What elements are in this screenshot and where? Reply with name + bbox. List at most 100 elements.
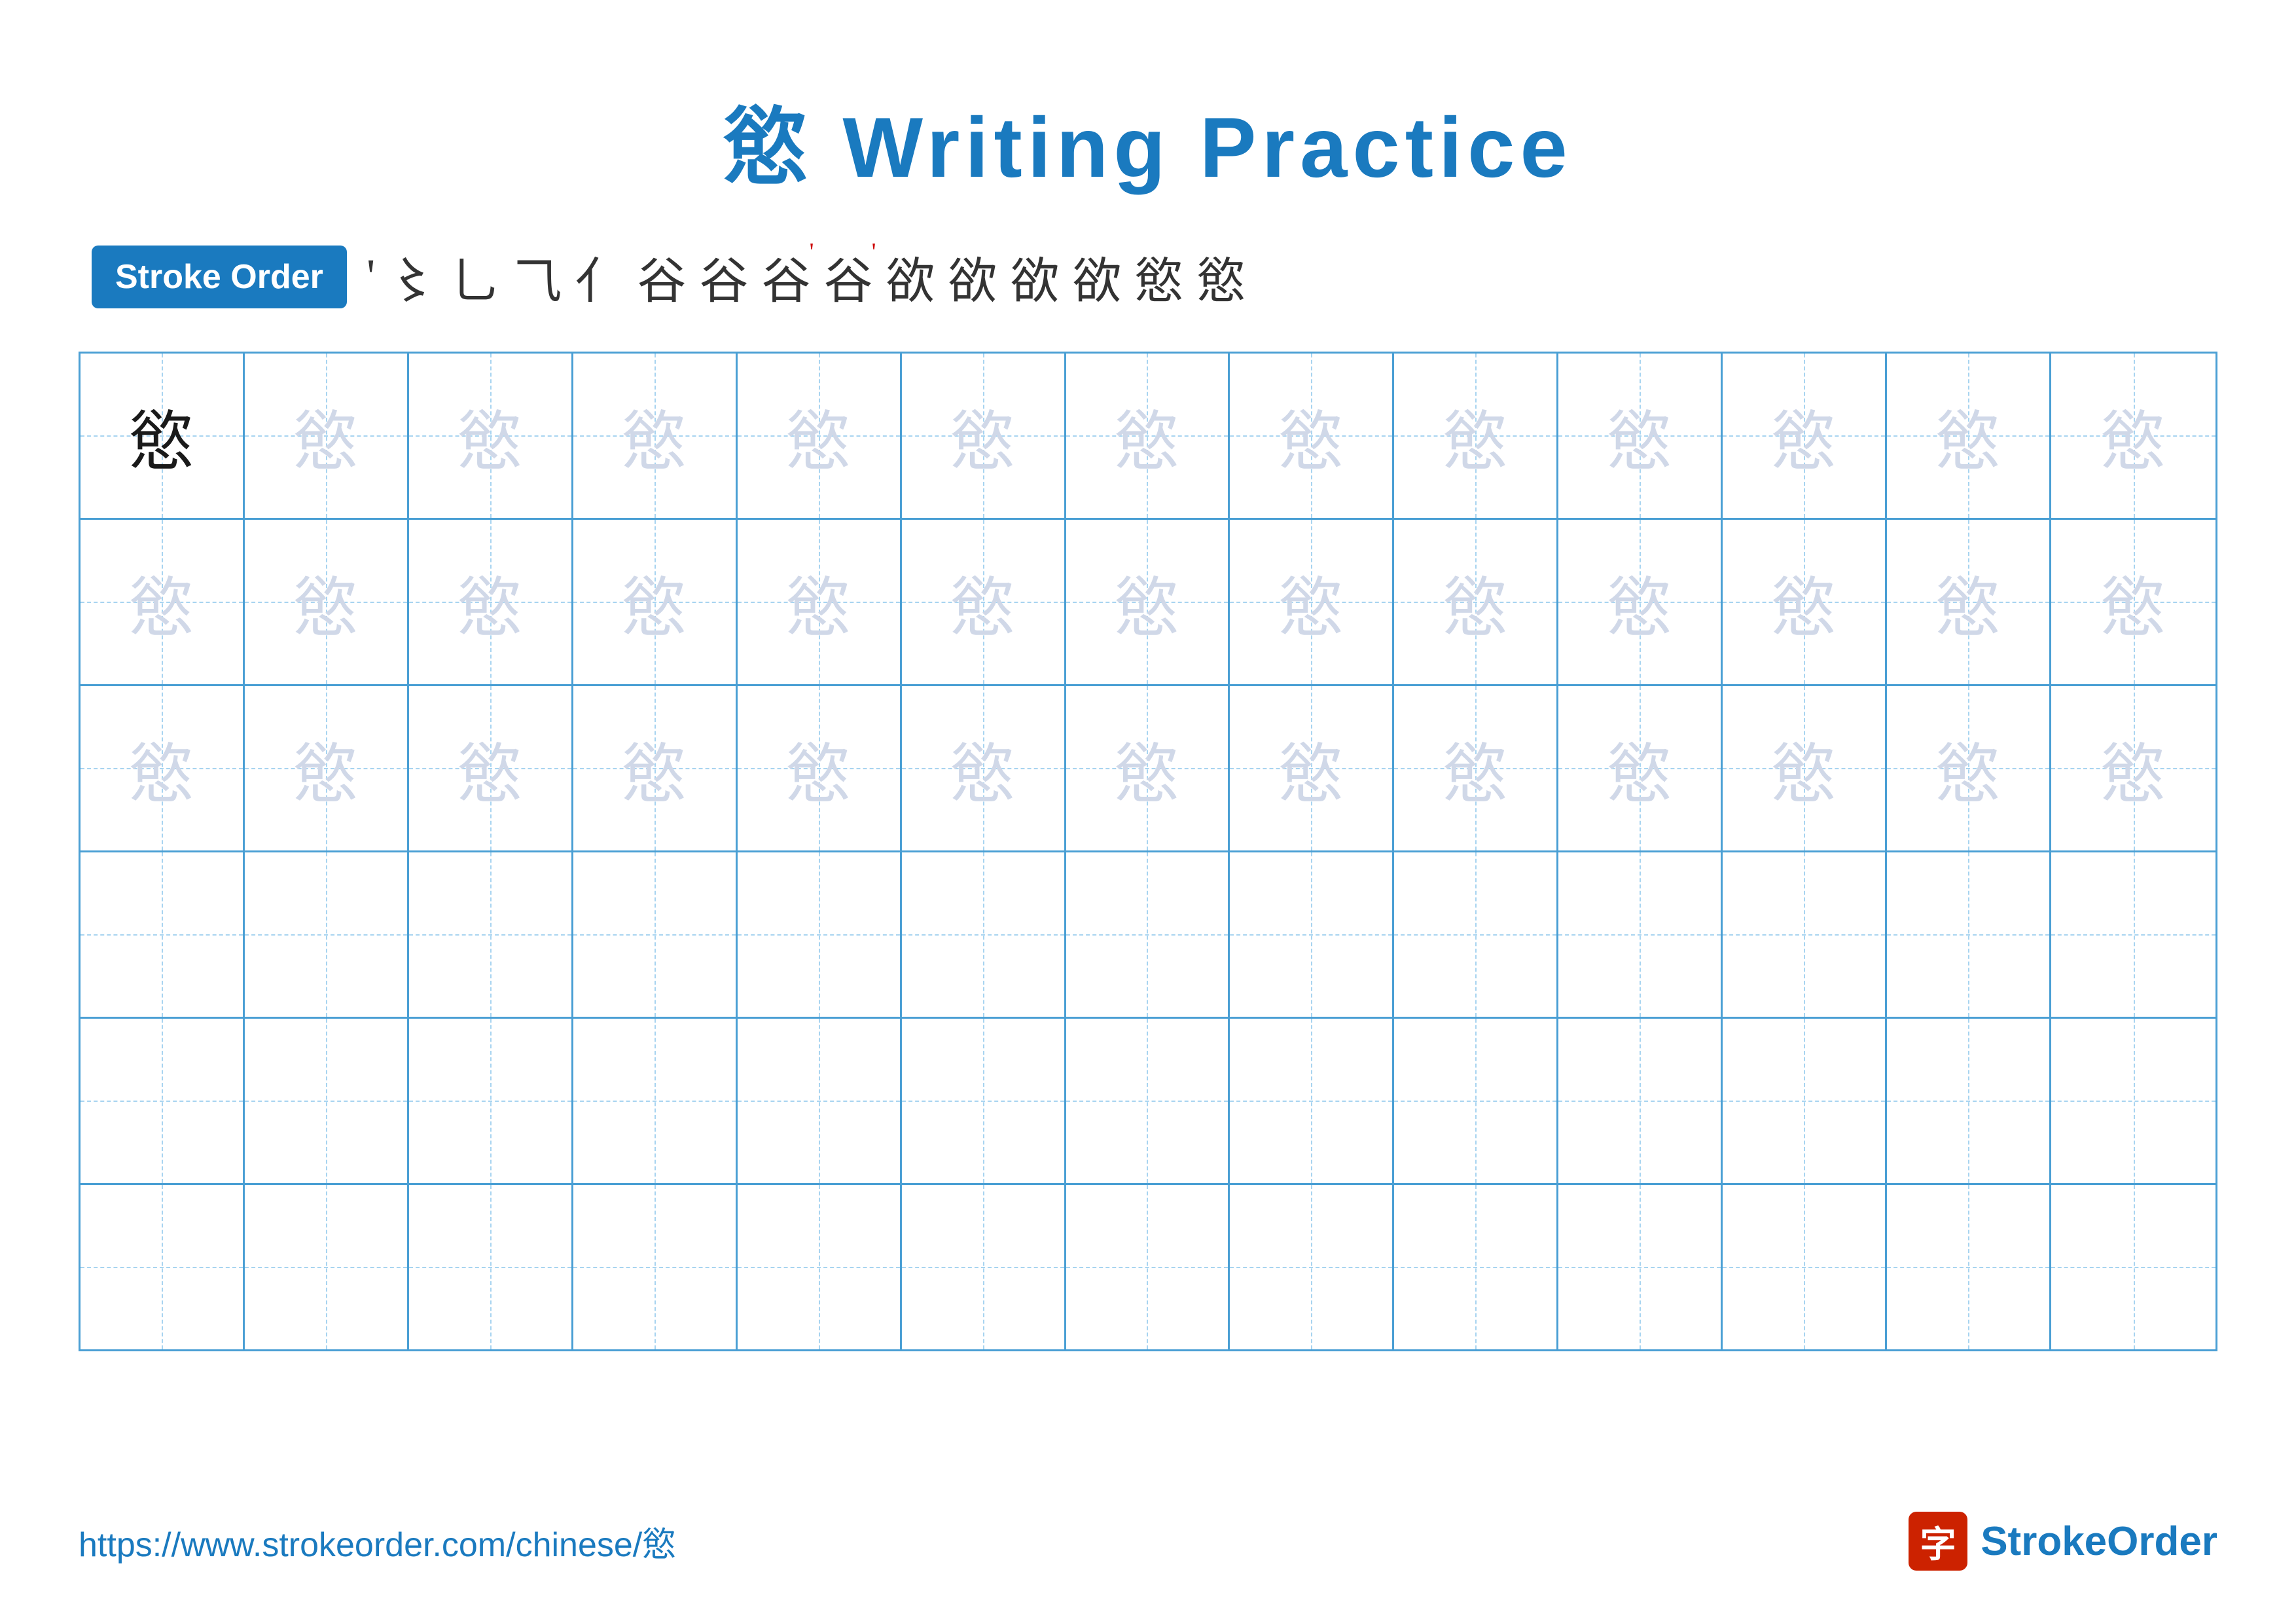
grid-cell[interactable]: 慾 <box>1230 686 1394 850</box>
grid-cell[interactable]: 慾 <box>738 686 902 850</box>
grid-cell[interactable]: 慾 <box>245 354 409 518</box>
grid-cell[interactable] <box>902 1185 1066 1349</box>
grid-cell[interactable]: 慾 <box>245 686 409 850</box>
grid-cell[interactable]: 慾 <box>1887 686 2051 850</box>
logo-icon: 字 <box>1909 1512 1967 1571</box>
grid-cell[interactable] <box>1558 1019 1723 1183</box>
stroke-step-14: 慾 <box>1135 241 1184 312</box>
character-guide: 慾 <box>1935 555 2001 649</box>
grid-cell[interactable] <box>409 1185 573 1349</box>
grid-cell[interactable] <box>1230 1185 1394 1349</box>
grid-cell[interactable]: 慾 <box>1066 354 1230 518</box>
grid-cell[interactable] <box>1230 852 1394 1017</box>
grid-cell[interactable] <box>1723 852 1887 1017</box>
grid-cell[interactable]: 慾 <box>573 520 738 684</box>
grid-cell[interactable] <box>738 1019 902 1183</box>
grid-cell[interactable] <box>81 852 245 1017</box>
grid-cell[interactable]: 慾 <box>245 520 409 684</box>
character-guide: 慾 <box>1443 555 1508 649</box>
grid-cell[interactable]: 慾 <box>902 520 1066 684</box>
grid-cell[interactable] <box>2051 1019 2215 1183</box>
character-guide: 慾 <box>786 721 852 816</box>
grid-cell[interactable]: 慾 <box>1230 354 1394 518</box>
grid-cell[interactable] <box>2051 1185 2215 1349</box>
grid-cell[interactable] <box>1887 1019 2051 1183</box>
grid-cell[interactable]: 慾 <box>902 686 1066 850</box>
grid-cell[interactable] <box>573 852 738 1017</box>
grid-cell[interactable]: 慾 <box>573 354 738 518</box>
character-guide: 慾 <box>2101 388 2166 483</box>
grid-cell[interactable]: 慾 <box>409 686 573 850</box>
grid-cell[interactable] <box>2051 852 2215 1017</box>
grid-cell[interactable] <box>902 1019 1066 1183</box>
grid-cell[interactable] <box>1394 1019 1558 1183</box>
grid-cell[interactable] <box>573 1185 738 1349</box>
grid-cell[interactable] <box>1558 1185 1723 1349</box>
title-character: 慾 <box>723 100 814 195</box>
character-guide: 慾 <box>950 721 1016 816</box>
grid-cell[interactable] <box>738 852 902 1017</box>
grid-cell[interactable] <box>1887 852 2051 1017</box>
grid-cell[interactable]: 慾 <box>738 520 902 684</box>
grid-cell[interactable] <box>245 852 409 1017</box>
grid-cell[interactable] <box>1558 852 1723 1017</box>
grid-cell[interactable] <box>1723 1019 1887 1183</box>
stroke-step-13: 欲 <box>1073 241 1122 312</box>
page-title: 慾 Writing Practice <box>79 79 2217 202</box>
character-guide: 慾 <box>1278 555 1344 649</box>
grid-cell[interactable]: 慾 <box>1723 354 1887 518</box>
character-dark: 慾 <box>129 388 194 483</box>
grid-cell[interactable]: 慾 <box>1558 686 1723 850</box>
grid-cell[interactable] <box>81 1019 245 1183</box>
grid-cell[interactable]: 慾 <box>81 354 245 518</box>
grid-cell[interactable] <box>1394 852 1558 1017</box>
grid-cell[interactable]: 慾 <box>1887 354 2051 518</box>
grid-cell[interactable]: 慾 <box>81 686 245 850</box>
grid-cell[interactable]: 慾 <box>2051 686 2215 850</box>
grid-cell[interactable]: 慾 <box>1558 354 1723 518</box>
grid-cell[interactable]: 慾 <box>1066 686 1230 850</box>
grid-cell[interactable]: 慾 <box>2051 354 2215 518</box>
footer-url[interactable]: https://www.strokeorder.com/chinese/慾 <box>79 1517 676 1566</box>
grid-cell[interactable] <box>1066 852 1230 1017</box>
grid-cell[interactable] <box>409 1019 573 1183</box>
grid-cell[interactable]: 慾 <box>573 686 738 850</box>
character-guide: 慾 <box>129 721 194 816</box>
grid-cell[interactable]: 慾 <box>1558 520 1723 684</box>
grid-cell[interactable] <box>1230 1019 1394 1183</box>
character-guide: 慾 <box>1114 555 1179 649</box>
character-guide: 慾 <box>1443 721 1508 816</box>
grid-cell[interactable]: 慾 <box>1394 686 1558 850</box>
footer-logo: 字 StrokeOrder <box>1909 1512 2217 1571</box>
practice-grid[interactable]: 慾 慾 慾 慾 慾 慾 慾 慾 慾 慾 慾 慾 慾 慾 慾 慾 慾 慾 慾 慾 … <box>79 352 2217 1351</box>
stroke-step-6: 谷 <box>637 241 686 312</box>
grid-cell[interactable]: 慾 <box>902 354 1066 518</box>
stroke-step-15: 慾 <box>1197 241 1246 312</box>
grid-cell[interactable]: 慾 <box>1887 520 2051 684</box>
footer: https://www.strokeorder.com/chinese/慾 字 … <box>79 1512 2217 1571</box>
grid-cell[interactable]: 慾 <box>1723 520 1887 684</box>
grid-cell[interactable]: 慾 <box>1394 520 1558 684</box>
grid-cell[interactable] <box>1723 1185 1887 1349</box>
grid-cell[interactable] <box>245 1185 409 1349</box>
grid-cell[interactable]: 慾 <box>738 354 902 518</box>
grid-cell[interactable]: 慾 <box>1723 686 1887 850</box>
grid-cell[interactable] <box>409 852 573 1017</box>
grid-cell[interactable] <box>738 1185 902 1349</box>
grid-cell[interactable]: 慾 <box>409 354 573 518</box>
grid-cell[interactable] <box>1066 1019 1230 1183</box>
grid-cell[interactable]: 慾 <box>1394 354 1558 518</box>
grid-cell[interactable]: 慾 <box>81 520 245 684</box>
grid-cell[interactable] <box>1887 1185 2051 1349</box>
grid-cell[interactable] <box>573 1019 738 1183</box>
grid-cell[interactable]: 慾 <box>1066 520 1230 684</box>
grid-cell[interactable] <box>1066 1185 1230 1349</box>
grid-cell[interactable] <box>1394 1185 1558 1349</box>
grid-cell[interactable]: 慾 <box>1230 520 1394 684</box>
grid-cell[interactable] <box>81 1185 245 1349</box>
grid-cell[interactable]: 慾 <box>409 520 573 684</box>
character-guide: 慾 <box>1114 388 1179 483</box>
grid-cell[interactable]: 慾 <box>2051 520 2215 684</box>
grid-cell[interactable] <box>902 852 1066 1017</box>
grid-cell[interactable] <box>245 1019 409 1183</box>
